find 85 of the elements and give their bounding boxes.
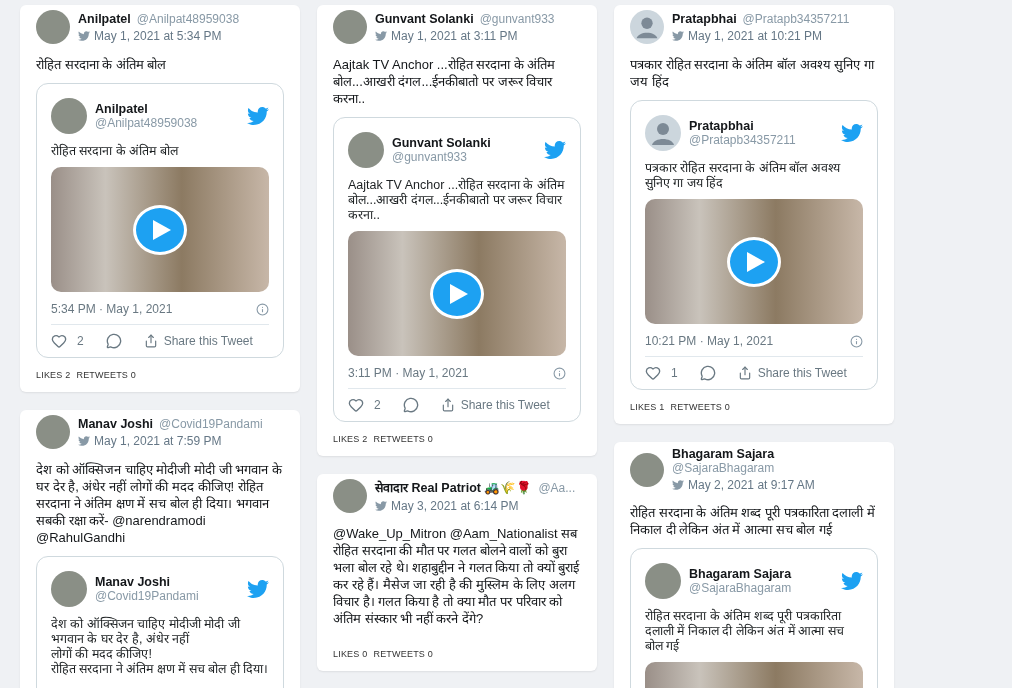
retweets-count: RETWEETS 0 xyxy=(373,649,433,659)
like-count: 2 xyxy=(77,334,84,348)
tweet-text: Aajtak TV Anchor ...रोहित सरदाना के अंतिम बोल...आखरी दंगल...ईनकीबातो पर जरूर विचार करना.. xyxy=(348,178,566,223)
tweet-date: May 1, 2021 at 7:59 PM xyxy=(94,433,222,448)
retweets-count: RETWEETS 0 xyxy=(76,370,136,380)
tweet-timestamp: 10:21 PM · May 1, 2021 xyxy=(645,334,774,348)
user-handle: @Anilpat48959038 xyxy=(95,116,199,130)
share-icon xyxy=(143,334,158,348)
user-name: Pratapbhai xyxy=(689,119,755,133)
bird-icon xyxy=(841,570,863,592)
tweet-timestamp: 3:11 PM · May 1, 2021 xyxy=(348,366,469,380)
tweet-text: रोहित सरदाना के अंतिम शब्द पूरी पत्रकारिता दलाली में निकाल दी लेकिन अंत में आत्मा सच बोल गई xyxy=(630,504,876,538)
comment-icon[interactable] xyxy=(699,365,716,381)
play-icon xyxy=(747,251,765,272)
tweet-text: पत्रकार रोहित सरदाना के अंतिम बॉल अवश्य सुनिए गा जय हिंद xyxy=(630,56,876,90)
user-handle: @Pratapb34357211 xyxy=(689,133,797,147)
tweet-text: देश को ऑक्सिजन चाहिए मोदीजी मोदी जी भगवान के घर देर है, अंधेर नहीं लोगों की मदद कीजिए! रोहित सरदाना ने अंतिम क्षण में सच बोल ही दिया। xyxy=(51,617,269,677)
user-name: Manav Joshi xyxy=(95,575,172,589)
user-name: Anilpatel xyxy=(95,102,149,116)
bird-icon xyxy=(544,139,566,161)
user-name: Gunvant Solanki xyxy=(375,11,474,26)
retweets-count: RETWEETS 0 xyxy=(373,434,433,444)
user-name: Manav Joshi xyxy=(78,416,154,431)
likes-count: LIKES 1 xyxy=(630,402,665,412)
comment-icon[interactable] xyxy=(105,333,122,349)
bird-icon xyxy=(78,29,90,42)
likes-count: LIKES 2 xyxy=(333,434,368,444)
user-handle: @Pratapb34357211 xyxy=(742,11,850,26)
info-icon[interactable] xyxy=(256,302,269,316)
bird-icon xyxy=(247,105,269,127)
play-icon xyxy=(450,283,468,304)
tweet-text: पत्रकार रोहित सरदाना के अंतिम बॉल अवश्य सुनिए गा जय हिंद xyxy=(645,161,842,191)
user-name: सेवादार Real Patriot 🚜🌾🌹 xyxy=(375,479,533,496)
tweet-text: देश को ऑक्सिजन चाहिए मोदीजी मोदी जी भगवान के घर देर है, अंधेर नहीं लोगों की मदद कीजिए! रोहित सरदाना ने अंतिम क्षण में सच बोल ही दिया। भगवान सबकी रक्षा करें- @narendramodi @RahulGandhi xyxy=(36,461,283,546)
share-icon xyxy=(440,398,455,412)
heart-icon[interactable] xyxy=(348,397,364,413)
retweets-count: RETWEETS 0 xyxy=(670,402,730,412)
share-link[interactable]: Share this Tweet xyxy=(440,398,550,412)
bird-icon xyxy=(841,122,863,144)
share-link[interactable]: Share this Tweet xyxy=(737,366,847,380)
bird-icon xyxy=(672,479,684,491)
user-name: Pratapbhai xyxy=(672,11,737,26)
share-icon xyxy=(737,366,752,380)
bird-icon xyxy=(375,29,387,42)
info-icon[interactable] xyxy=(850,334,863,348)
tweet-text: रोहित सरदाना के अंतिम बोल xyxy=(36,56,168,73)
tweet-text: रोहित सरदाना के अंतिम शब्द पूरी पत्रकारिता दलाली में निकाल दी लेकिन अंत में आत्मा सच बोल गई xyxy=(645,609,845,654)
bird-icon xyxy=(78,434,90,447)
comment-icon[interactable] xyxy=(402,397,419,413)
info-icon[interactable] xyxy=(553,366,566,380)
play-button[interactable] xyxy=(430,268,484,319)
tweet-date: May 3, 2021 at 6:14 PM xyxy=(391,499,519,513)
play-button[interactable] xyxy=(133,204,187,255)
play-button[interactable] xyxy=(727,236,781,287)
tweet-date: May 2, 2021 at 9:17 AM xyxy=(688,478,815,492)
heart-icon[interactable] xyxy=(51,333,67,349)
user-handle: @gunvant933 xyxy=(392,150,468,164)
likes-count: LIKES 2 xyxy=(36,370,71,380)
tweet-date: May 1, 2021 at 10:21 PM xyxy=(688,28,823,43)
user-name: Anilpatel xyxy=(78,11,131,26)
user-handle: @Covid19Pandami xyxy=(95,589,200,603)
tweet-text: @Wake_Up_Mitron @Aam_Nationalist सब रोहित सरदाना की मौत पर गलत बोलने वालों को बुरा भला बोल रहे थे। शहाबुद्दीन ने गलत किया तो क्यों बुराई कर रहे हैं। मैसेज जा रही है की मुस्लिम के लिए अलग विचार है। गलत किया है तो क्या मौत पर परिवार को अंतिम संस्कार भी नहीं करने देंगे? xyxy=(333,525,581,627)
user-handle: @Aa... xyxy=(538,481,576,495)
like-count: 1 xyxy=(671,366,678,380)
bird-icon xyxy=(247,578,269,600)
share-link[interactable]: Share this Tweet xyxy=(143,334,253,348)
tweet-text: रोहित सरदाना के अंतिम बोल xyxy=(51,144,180,159)
play-icon xyxy=(153,219,171,240)
user-name: Bhagaram Sajara xyxy=(672,447,775,461)
user-handle: @gunvant933 xyxy=(479,11,555,26)
bird-icon xyxy=(375,500,387,512)
user-name: Bhagaram Sajara xyxy=(689,567,793,581)
user-handle: @SajaraBhagaram xyxy=(689,581,793,595)
likes-count: LIKES 0 xyxy=(333,649,368,659)
tweet-date: May 1, 2021 at 3:11 PM xyxy=(391,28,518,43)
user-handle: @Covid19Pandami xyxy=(159,416,263,431)
bird-icon xyxy=(672,29,684,42)
tweet-timestamp: 5:34 PM · May 1, 2021 xyxy=(51,302,173,316)
tweet-text: Aajtak TV Anchor ...रोहित सरदाना के अंतिम बोल...आखरी दंगल...ईनकीबातो पर जरूर विचार करना.. xyxy=(333,56,557,107)
like-count: 2 xyxy=(374,398,381,412)
user-handle: @SajaraBhagaram xyxy=(672,461,775,475)
user-handle: @Anilpat48959038 xyxy=(136,11,240,26)
tweet-date: May 1, 2021 at 5:34 PM xyxy=(94,28,222,43)
heart-icon[interactable] xyxy=(645,365,661,381)
user-name: Gunvant Solanki xyxy=(392,136,492,150)
